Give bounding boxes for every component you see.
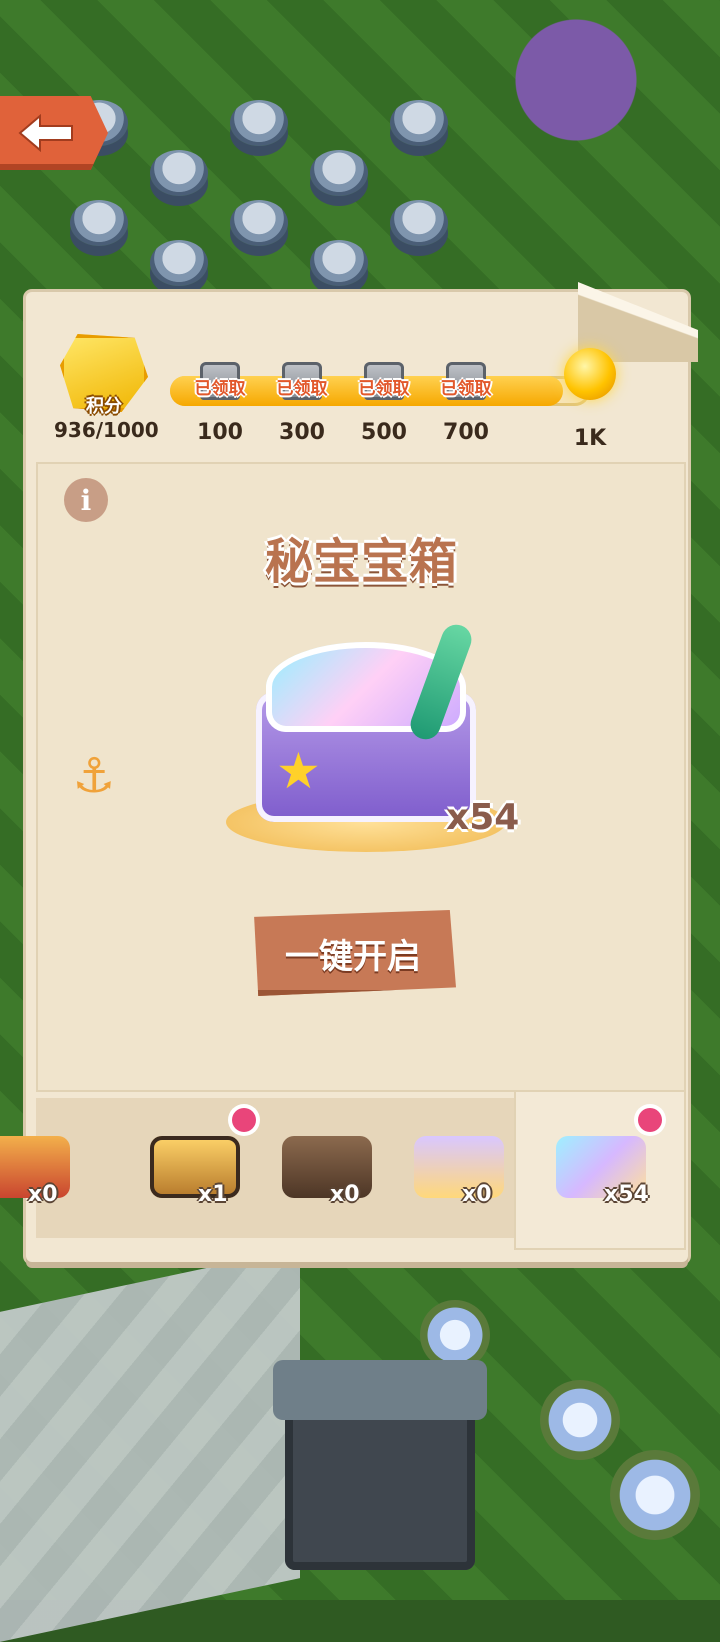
claimed-label: 已领取 xyxy=(440,379,492,399)
milestone-value: 100 xyxy=(197,420,243,445)
stump-decoration xyxy=(150,240,208,286)
stump-decoration xyxy=(390,100,448,146)
star-icon: ★ xyxy=(276,742,321,800)
building-hut xyxy=(273,1360,487,1570)
milestone-reward[interactable]: 已领取 300 xyxy=(272,362,332,445)
chest-tab[interactable]: x1 xyxy=(126,1108,266,1228)
chest-tab[interactable]: x0 xyxy=(258,1108,398,1228)
claimed-label: 已领取 xyxy=(276,379,328,399)
milestone-value: 300 xyxy=(279,420,325,445)
stump-decoration xyxy=(230,100,288,146)
chest-selector: x0 x1 x0 x0 x54 xyxy=(0,1090,686,1250)
claimed-label: 已领取 xyxy=(194,379,246,399)
notification-dot xyxy=(638,1108,662,1132)
chest-tab-selected[interactable]: x54 xyxy=(532,1108,672,1228)
chest-tab[interactable]: x0 xyxy=(390,1108,530,1228)
chest-title: 秘宝宝箱 xyxy=(264,534,457,590)
chest-tab-count: x0 xyxy=(462,1182,492,1207)
arrow-left-icon xyxy=(18,114,73,152)
back-button[interactable] xyxy=(0,96,108,170)
flowerbed-decoration xyxy=(540,1380,620,1460)
milestone-reward[interactable]: 已领取 100 xyxy=(190,362,250,445)
stump-decoration xyxy=(230,200,288,246)
stone-path xyxy=(0,1248,300,1642)
stump-decoration xyxy=(150,150,208,196)
stump-decoration xyxy=(310,150,368,196)
final-reward[interactable]: 1K xyxy=(550,338,630,451)
anchor-icon[interactable]: ⚓ xyxy=(66,748,122,804)
stump-decoration xyxy=(70,200,128,246)
milestone-reward[interactable]: 已领取 700 xyxy=(436,362,496,445)
final-reward-value: 1K xyxy=(573,426,607,451)
milestone-value: 500 xyxy=(361,420,407,445)
golden-orb-icon xyxy=(564,348,616,400)
points-label: 积分 xyxy=(86,396,122,417)
milestone-reward[interactable]: 已领取 500 xyxy=(354,362,414,445)
chest-count: x54 xyxy=(446,797,520,838)
points-badge: 积分 936/1000 xyxy=(54,330,159,442)
info-button[interactable]: i xyxy=(64,478,108,522)
chest-tab-count: x0 xyxy=(28,1182,58,1207)
chest-display: i 秘宝宝箱 ⚓ ★ x54 一键开启 xyxy=(36,462,686,1092)
milestone-value: 700 xyxy=(443,420,489,445)
stump-decoration xyxy=(310,240,368,286)
chest-tab[interactable]: x0 xyxy=(0,1108,96,1228)
points-progress: 积分 936/1000 已领取 100 已领取 300 已领取 500 已领取 … xyxy=(30,330,690,460)
notification-dot xyxy=(232,1108,256,1132)
claimed-label: 已领取 xyxy=(358,379,410,399)
flowerbed-decoration xyxy=(610,1450,700,1540)
stump-decoration xyxy=(390,200,448,246)
chest-tab-count: x54 xyxy=(604,1182,649,1207)
open-all-button[interactable]: 一键开启 xyxy=(254,910,456,996)
